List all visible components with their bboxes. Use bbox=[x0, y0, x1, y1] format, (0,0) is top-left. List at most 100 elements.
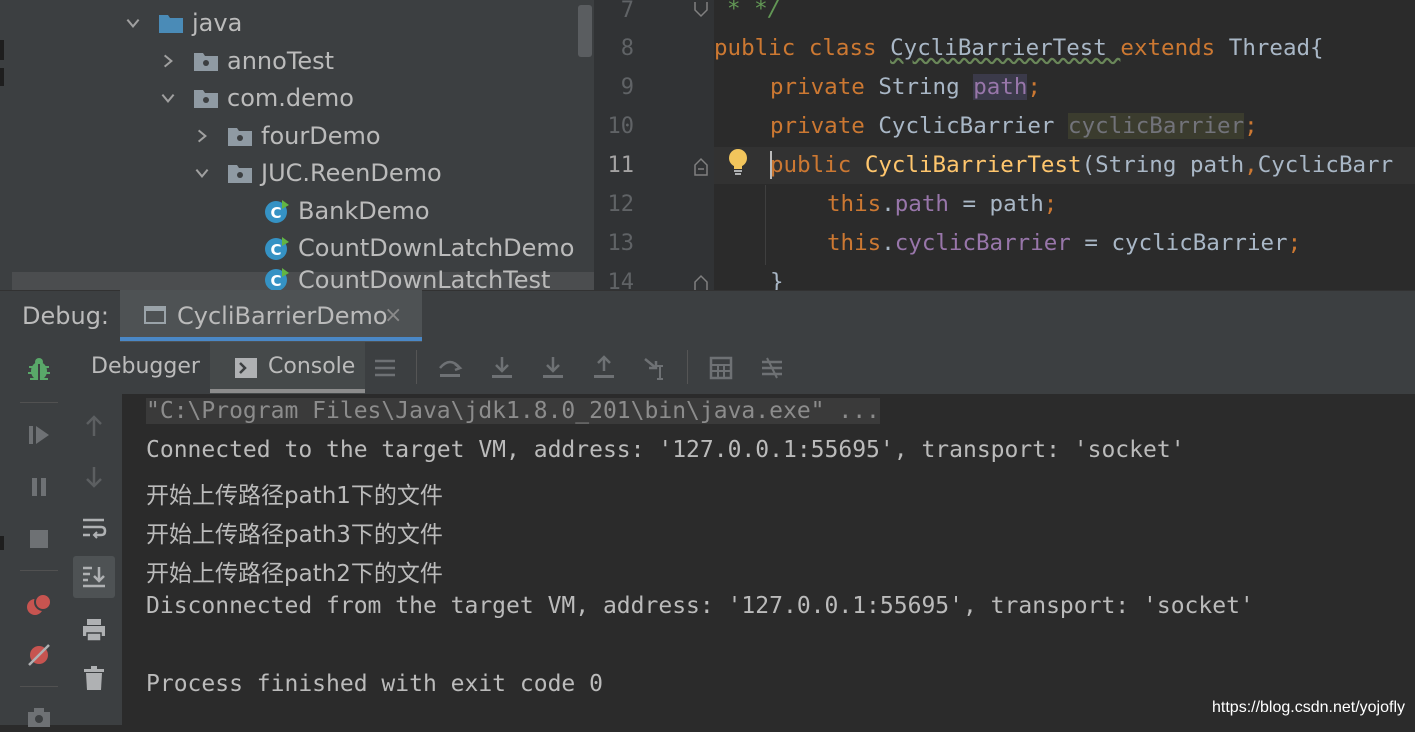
package-icon bbox=[227, 125, 253, 147]
tab-console-label[interactable]: Console bbox=[268, 354, 355, 379]
tree-item-label: annoTest bbox=[227, 46, 335, 75]
stop-icon[interactable] bbox=[24, 524, 54, 554]
semicolon-token: ; bbox=[1027, 74, 1041, 100]
close-icon[interactable]: × bbox=[384, 303, 402, 328]
debug-side-toolbar bbox=[12, 342, 67, 727]
code-line-12: this.path = path; bbox=[827, 191, 1057, 217]
watermark: https://blog.csdn.net/yojofly bbox=[1212, 699, 1405, 716]
resume-icon[interactable] bbox=[24, 420, 54, 450]
java-class-icon: C bbox=[264, 235, 290, 261]
camera-icon[interactable] bbox=[24, 702, 54, 732]
field-token: path bbox=[973, 74, 1028, 100]
line-number: 9 bbox=[620, 75, 634, 100]
toolbar-separator bbox=[20, 686, 58, 687]
java-class-icon: C bbox=[264, 198, 290, 224]
tree-item-annotest[interactable]: annoTest bbox=[157, 42, 334, 79]
fold-end-icon[interactable] bbox=[693, 272, 709, 290]
step-over-icon[interactable] bbox=[434, 352, 466, 384]
tree-item-fourdemo[interactable]: fourDemo bbox=[191, 117, 381, 154]
package-icon bbox=[193, 87, 219, 109]
tree-item-countdownlatchtest[interactable]: C CountDownLatchTest bbox=[264, 266, 550, 290]
active-tab-indicator bbox=[120, 337, 422, 341]
field-token: cyclicBarrier bbox=[894, 230, 1071, 256]
fold-end-icon[interactable] bbox=[693, 0, 709, 20]
chevron-down-icon[interactable] bbox=[122, 12, 144, 34]
run-to-cursor-icon[interactable] bbox=[640, 352, 672, 384]
pause-icon[interactable] bbox=[24, 472, 54, 502]
class-name-token: CycliBarrierTest bbox=[890, 35, 1121, 61]
fold-start-icon[interactable] bbox=[693, 155, 709, 177]
menu-lines-icon[interactable] bbox=[369, 352, 401, 384]
java-class-icon: C bbox=[264, 266, 290, 290]
evaluate-expression-icon[interactable] bbox=[705, 352, 737, 384]
soft-wrap-icon[interactable] bbox=[78, 512, 110, 544]
toolbar-separator bbox=[20, 402, 58, 403]
comment-token: * */ bbox=[727, 0, 782, 22]
debug-session-label[interactable]: CycliBarrierDemo bbox=[177, 302, 388, 330]
scroll-to-end-icon[interactable] bbox=[78, 561, 110, 593]
line-number: 10 bbox=[607, 114, 635, 139]
left-edge-strip bbox=[0, 0, 12, 725]
text-caret bbox=[770, 151, 772, 179]
constructor-name-token: CycliBarrierTest bbox=[864, 152, 1082, 178]
tree-item-java[interactable]: java bbox=[122, 4, 242, 41]
svg-text:C: C bbox=[270, 241, 281, 259]
code-line-14: } bbox=[770, 269, 784, 290]
lightbulb-icon[interactable] bbox=[727, 147, 749, 177]
code-line-7: * */ bbox=[727, 0, 781, 22]
line-number-current: 11 bbox=[607, 153, 635, 178]
console-line: 开始上传路径path3下的文件 bbox=[146, 522, 443, 548]
tree-item-juc-reendemo[interactable]: JUC.ReenDemo bbox=[191, 154, 442, 191]
tree-item-label: java bbox=[192, 8, 243, 37]
chevron-down-icon[interactable] bbox=[157, 87, 179, 109]
line-number: 8 bbox=[620, 36, 634, 61]
console-line-command[interactable]: "C:\Program Files\Java\jdk1.8.0_201\bin\… bbox=[146, 398, 880, 424]
source-folder-icon bbox=[158, 12, 184, 34]
tab-debugger[interactable]: Debugger bbox=[91, 354, 200, 379]
tree-item-label: fourDemo bbox=[261, 121, 381, 150]
force-step-into-icon[interactable] bbox=[537, 352, 569, 384]
line-number: 14 bbox=[607, 270, 635, 290]
tree-item-com-demo[interactable]: com.demo bbox=[157, 79, 354, 116]
console-line: 开始上传路径path1下的文件 bbox=[146, 483, 443, 509]
brace-token: } bbox=[770, 269, 784, 290]
trace-settings-icon[interactable] bbox=[756, 352, 788, 384]
tree-scrollbar-thumb[interactable] bbox=[578, 5, 592, 57]
tree-item-bankdemo[interactable]: C BankDemo bbox=[264, 192, 430, 229]
keyword-token: public class bbox=[714, 35, 891, 61]
tree-item-label: JUC.ReenDemo bbox=[261, 158, 442, 187]
active-tab-indicator bbox=[210, 389, 365, 393]
edge-marker bbox=[0, 536, 4, 550]
edge-marker bbox=[0, 68, 4, 86]
line-number: 12 bbox=[607, 192, 635, 217]
step-into-icon[interactable] bbox=[486, 352, 518, 384]
chevron-right-icon[interactable] bbox=[191, 125, 213, 147]
line-number: 7 bbox=[620, 0, 634, 23]
type-token: CyclicBarrier bbox=[878, 113, 1069, 139]
package-icon bbox=[193, 50, 219, 72]
step-out-icon[interactable] bbox=[588, 352, 620, 384]
type-token: String bbox=[878, 74, 974, 100]
code-editor[interactable]: 7 8 9 10 11 12 13 14 * */ public class C… bbox=[594, 0, 1415, 290]
view-breakpoints-icon[interactable] bbox=[24, 590, 54, 620]
tree-item-label: CountDownLatchTest bbox=[298, 266, 551, 290]
comma-token: , bbox=[1244, 152, 1258, 178]
trash-icon[interactable] bbox=[78, 662, 110, 694]
print-icon[interactable] bbox=[78, 614, 110, 646]
keyword-token: private bbox=[770, 113, 879, 139]
debug-title: Debug: bbox=[22, 302, 110, 330]
tree-item-label: CountDownLatchDemo bbox=[298, 233, 575, 262]
indent-guide bbox=[765, 185, 766, 265]
params-token: CyclicBarr bbox=[1257, 152, 1394, 178]
mute-breakpoints-icon[interactable] bbox=[24, 640, 54, 670]
dot-token: . bbox=[881, 191, 895, 217]
assign-token: = cyclicBarrier bbox=[1070, 230, 1288, 256]
console-icon bbox=[235, 358, 257, 378]
arrow-down-icon[interactable] bbox=[78, 461, 110, 493]
tree-item-countdownlatchdemo[interactable]: C CountDownLatchDemo bbox=[264, 229, 574, 266]
chevron-down-icon[interactable] bbox=[191, 162, 213, 184]
semicolon-token: ; bbox=[1244, 113, 1258, 139]
params-token: (String path bbox=[1081, 152, 1245, 178]
chevron-right-icon[interactable] bbox=[157, 50, 179, 72]
arrow-up-icon[interactable] bbox=[78, 410, 110, 442]
